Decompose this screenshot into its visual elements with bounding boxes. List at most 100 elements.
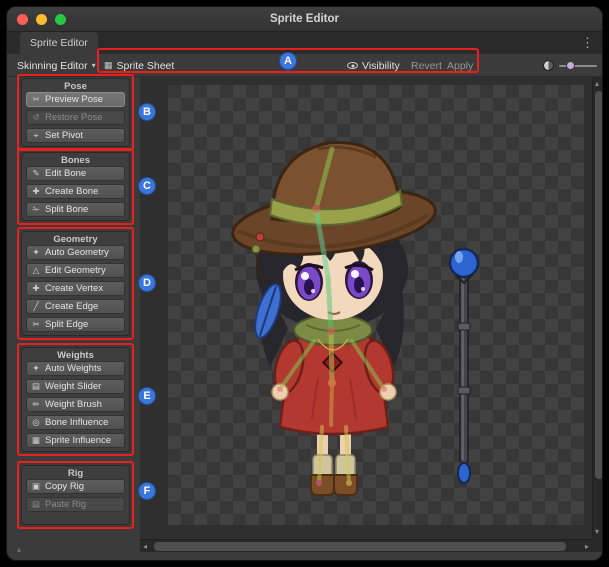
auto-geometry-button[interactable]: ✦ Auto Geometry xyxy=(26,245,125,260)
edit-bone-icon: ✎ xyxy=(31,168,41,179)
horizontal-scrollbar-thumb[interactable] xyxy=(154,542,566,551)
titlebar: Sprite Editor xyxy=(7,7,602,32)
restore-pose-button[interactable]: ↺ Restore Pose xyxy=(26,110,125,125)
weight-slider-icon: ▤ xyxy=(31,381,41,392)
create-vertex-label: Create Vertex xyxy=(45,283,103,294)
zoom-slider-thumb[interactable] xyxy=(566,61,575,70)
horizontal-scrollbar[interactable]: ◂ ▸ xyxy=(140,539,592,552)
split-bone-label: Split Bone xyxy=(45,204,88,215)
create-bone-icon: ✚ xyxy=(31,186,41,197)
preview-pose-icon: ✂ xyxy=(31,94,41,105)
revert-button[interactable]: Revert xyxy=(411,54,442,77)
tab-bar: Sprite Editor ⋮ xyxy=(7,32,602,54)
tab-sprite-editor[interactable]: Sprite Editor xyxy=(20,32,98,54)
copy-rig-icon: ▣ xyxy=(31,481,41,492)
auto-weights-button[interactable]: ✦ Auto Weights xyxy=(26,361,125,376)
bones-panel: Bones ✎ Edit Bone ✚ Create Bone ✁ Split … xyxy=(21,152,130,221)
set-pivot-button[interactable]: ⌖ Set Pivot xyxy=(26,128,125,143)
scroll-up-icon[interactable]: ▴ xyxy=(595,80,599,88)
set-pivot-label: Set Pivot xyxy=(45,130,83,141)
set-pivot-icon: ⌖ xyxy=(31,130,41,141)
screen: Sprite Editor Sprite Editor ⋮ Skinning E… xyxy=(0,0,609,567)
scroll-right-icon[interactable]: ▸ xyxy=(585,543,589,551)
staff-sprite xyxy=(450,249,478,483)
preview-pose-button[interactable]: ✂ Preview Pose xyxy=(26,92,125,107)
paste-rig-button[interactable]: ▤ Paste Rig xyxy=(26,497,125,512)
weights-panel-title: Weights xyxy=(22,348,129,361)
auto-geometry-icon: ✦ xyxy=(31,247,41,258)
create-bone-label: Create Bone xyxy=(45,186,98,197)
corner-chevron-icon: ▴ xyxy=(17,545,21,554)
grid-icon: ▦ xyxy=(104,60,113,71)
geometry-panel-title: Geometry xyxy=(22,232,129,245)
pose-panel: Pose ✂ Preview Pose ↺ Restore Pose ⌖ Set… xyxy=(21,78,130,147)
sprite-influence-icon: ▦ xyxy=(31,435,41,446)
weight-brush-button[interactable]: ✏ Weight Brush xyxy=(26,397,125,412)
vertical-scrollbar-thumb[interactable] xyxy=(595,91,602,479)
create-edge-icon: ╱ xyxy=(31,301,41,312)
sprite-sheet-button[interactable]: ▦ Sprite Sheet xyxy=(104,54,174,77)
copy-rig-label: Copy Rig xyxy=(45,481,84,492)
weight-slider-button[interactable]: ▤ Weight Slider xyxy=(26,379,125,394)
zoom-slider[interactable] xyxy=(559,54,597,77)
bone-influence-label: Bone Influence xyxy=(45,417,108,428)
copy-rig-button[interactable]: ▣ Copy Rig xyxy=(26,479,125,494)
bones-panel-title: Bones xyxy=(22,153,129,166)
edit-geometry-icon: △ xyxy=(31,265,41,276)
split-edge-icon: ✂ xyxy=(31,319,41,330)
weight-brush-icon: ✏ xyxy=(31,399,41,410)
rgb-alpha-toggle-icon[interactable] xyxy=(543,60,554,71)
bone-influence-button[interactable]: ◎ Bone Influence xyxy=(26,415,125,430)
split-bone-icon: ✁ xyxy=(31,204,41,215)
visibility-button[interactable]: Visibility xyxy=(347,54,400,77)
create-edge-button[interactable]: ╱ Create Edge xyxy=(26,299,125,314)
pose-panel-title: Pose xyxy=(22,79,129,92)
edit-geometry-button[interactable]: △ Edit Geometry xyxy=(26,263,125,278)
restore-pose-icon: ↺ xyxy=(31,112,41,123)
rig-panel-title: Rig xyxy=(22,466,129,479)
sprite-influence-button[interactable]: ▦ Sprite Influence xyxy=(26,433,125,448)
zoom-slider-track[interactable] xyxy=(559,65,597,67)
sprite-influence-label: Sprite Influence xyxy=(45,435,111,446)
geometry-panel: Geometry ✦ Auto Geometry △ Edit Geometry… xyxy=(21,231,130,336)
split-bone-button[interactable]: ✁ Split Bone xyxy=(26,202,125,217)
paste-rig-icon: ▤ xyxy=(31,499,41,510)
create-bone-button[interactable]: ✚ Create Bone xyxy=(26,184,125,199)
vertical-scrollbar[interactable]: ▴ ▾ xyxy=(592,77,602,539)
texture-area[interactable] xyxy=(168,85,584,525)
paste-rig-label: Paste Rig xyxy=(45,499,86,510)
scrollbar-corner xyxy=(592,539,602,552)
create-vertex-button[interactable]: ✚ Create Vertex xyxy=(26,281,125,296)
split-edge-button[interactable]: ✂ Split Edge xyxy=(26,317,125,332)
weight-slider-label: Weight Slider xyxy=(45,381,101,392)
create-vertex-icon: ✚ xyxy=(31,283,41,294)
sprite-sheet-label: Sprite Sheet xyxy=(117,60,175,72)
create-edge-label: Create Edge xyxy=(45,301,98,312)
sprite-editor-window: Sprite Editor Sprite Editor ⋮ Skinning E… xyxy=(7,7,602,560)
skinning-editor-dropdown[interactable]: Skinning Editor ▾ xyxy=(17,54,96,77)
preview-pose-label: Preview Pose xyxy=(45,94,103,105)
split-edge-label: Split Edge xyxy=(45,319,88,330)
character-sprite xyxy=(229,143,439,495)
eye-icon xyxy=(347,62,358,69)
kebab-menu-icon[interactable]: ⋮ xyxy=(581,35,594,51)
visibility-label: Visibility xyxy=(362,60,400,72)
window-title: Sprite Editor xyxy=(7,7,602,32)
apply-button[interactable]: Apply xyxy=(447,54,473,77)
restore-pose-label: Restore Pose xyxy=(45,112,103,123)
edit-geometry-label: Edit Geometry xyxy=(45,265,106,276)
edit-bone-label: Edit Bone xyxy=(45,168,86,179)
rig-panel: Rig ▣ Copy Rig ▤ Paste Rig xyxy=(21,465,130,525)
skinning-editor-label: Skinning Editor xyxy=(17,60,88,72)
auto-weights-icon: ✦ xyxy=(31,363,41,374)
chevron-down-icon: ▾ xyxy=(92,61,96,70)
sprite-preview xyxy=(168,85,584,525)
edit-bone-button[interactable]: ✎ Edit Bone xyxy=(26,166,125,181)
canvas-viewport[interactable] xyxy=(140,77,592,539)
weights-panel: Weights ✦ Auto Weights ▤ Weight Slider ✏… xyxy=(21,347,130,452)
scroll-down-icon[interactable]: ▾ xyxy=(595,528,599,536)
toolbar: Skinning Editor ▾ ▦ Sprite Sheet Visibil… xyxy=(7,54,602,77)
weight-brush-label: Weight Brush xyxy=(45,399,102,410)
auto-weights-label: Auto Weights xyxy=(45,363,101,374)
scroll-left-icon[interactable]: ◂ xyxy=(143,543,147,551)
